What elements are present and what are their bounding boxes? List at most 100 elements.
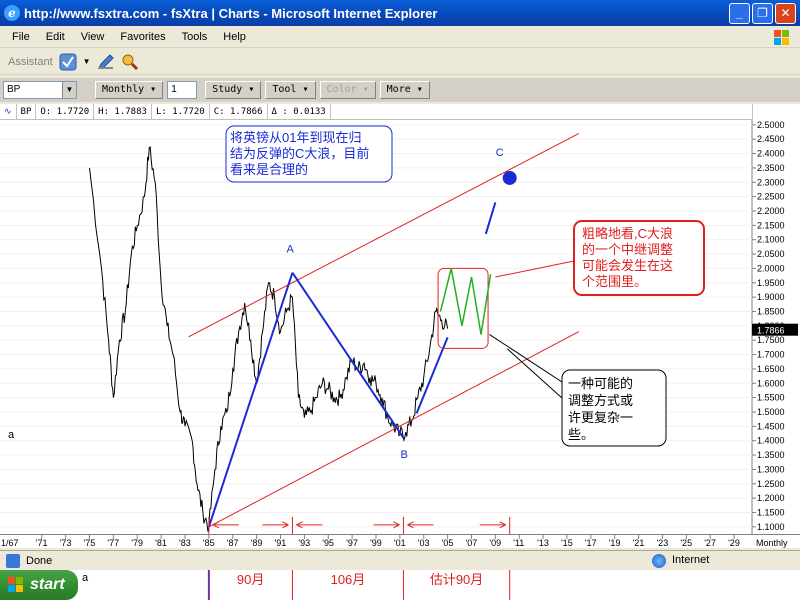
- x-tick-label: '13: [537, 538, 549, 548]
- x-tick-label: '87: [227, 538, 239, 548]
- more-button[interactable]: More ▾: [379, 81, 430, 99]
- tool-label: Tool: [272, 84, 297, 95]
- x-tick-label: '99: [370, 538, 382, 548]
- x-tick-label: '89: [251, 538, 263, 548]
- study-label: Study: [212, 84, 243, 95]
- window-title: http://www.fsxtra.com - fsXtra | Charts …: [24, 5, 438, 21]
- color-label: Color: [326, 84, 357, 95]
- windows-logo-icon: [774, 30, 789, 45]
- y-tick-label: 2.1500: [757, 220, 785, 230]
- menu-file[interactable]: File: [4, 31, 38, 43]
- symbol-value: BP: [7, 84, 21, 95]
- y-tick-label: 1.9500: [757, 278, 785, 288]
- x-tick-label: '85: [203, 538, 215, 548]
- x-tick-label: '05: [442, 538, 454, 548]
- note-relay-line: 的一个中继调整: [582, 242, 673, 257]
- price-chart[interactable]: 2.5000 2.4500 2.4000 2.3500 2.3000 2.2500 2.20…: [0, 104, 800, 534]
- y-tick-label: 1.5000: [757, 407, 785, 417]
- note-relay-line: 粗略地看,C大浪: [582, 226, 673, 241]
- more-label: More: [386, 84, 411, 95]
- x-tick-label: '01: [394, 538, 406, 548]
- symbol-select[interactable]: BP ▼: [3, 81, 77, 99]
- research-icon[interactable]: [121, 53, 139, 71]
- y-tick-label: 2.3000: [757, 177, 785, 187]
- title-bar[interactable]: e http://www.fsxtra.com - fsXtra | Chart…: [0, 0, 800, 26]
- window-controls: _ ❐ ✕: [729, 3, 796, 24]
- start-button[interactable]: start: [0, 570, 78, 600]
- minimize-button[interactable]: _: [729, 3, 750, 24]
- x-tick-label: '79: [131, 538, 143, 548]
- x-start-date-label: 1/67: [1, 538, 19, 548]
- tool-button[interactable]: Tool ▾: [265, 81, 316, 99]
- x-axis-labels: '71 '73 '75 '77 '79 '81 '83 '85 '87 '89 '91 '93 '95 '…: [1, 535, 788, 548]
- y-tick-label: 2.4000: [757, 149, 785, 159]
- y-tick-label: 2.4500: [757, 134, 785, 144]
- period-count-input[interactable]: 1: [167, 81, 198, 99]
- x-tick-label: '91: [275, 538, 287, 548]
- internet-explorer-icon: e: [4, 5, 20, 21]
- x-tick-label: '81: [155, 538, 167, 548]
- x-tick-label: '23: [656, 538, 668, 548]
- checklist-icon[interactable]: [59, 53, 77, 71]
- y-tick-label: 1.7500: [757, 335, 785, 345]
- menu-edit[interactable]: Edit: [38, 31, 73, 43]
- menu-help[interactable]: Help: [215, 31, 254, 43]
- chevron-down-icon[interactable]: ▼: [62, 82, 76, 98]
- y-tick-label: 1.1000: [757, 522, 785, 532]
- info-high: H: 1.7883: [94, 103, 152, 120]
- x-tick-label: '25: [680, 538, 692, 548]
- y-tick-label: 2.0000: [757, 263, 785, 273]
- info-close: C: 1.7866: [210, 103, 268, 120]
- y-tick-label: 1.2000: [757, 493, 785, 503]
- edit-pencil-icon[interactable]: [97, 53, 115, 71]
- y-tick-label: 1.7000: [757, 350, 785, 360]
- menu-tools[interactable]: Tools: [174, 31, 216, 43]
- study-button[interactable]: Study ▾: [205, 81, 262, 99]
- x-tick-label: '73: [60, 538, 72, 548]
- x-tick-label: '09: [489, 538, 501, 548]
- y-tick-label: 1.6500: [757, 364, 785, 374]
- x-tick-label: '15: [561, 538, 573, 548]
- y-tick-label: 1.8500: [757, 306, 785, 316]
- zone-text: Internet: [672, 554, 710, 566]
- maximize-button[interactable]: ❐: [752, 3, 773, 24]
- info-symbol: BP: [17, 103, 37, 120]
- wave-c-label: C: [496, 147, 504, 159]
- x-tick-label: '75: [84, 538, 96, 548]
- y-tick-label: 2.2000: [757, 206, 785, 216]
- y-tick-label: 1.3500: [757, 450, 785, 460]
- left-a-label: a: [8, 429, 15, 441]
- x-tick-label: '93: [298, 538, 310, 548]
- period-select[interactable]: Monthly ▾: [95, 81, 164, 99]
- browser-toolbar: Assistant ▼: [0, 49, 800, 75]
- x-tick-label: '19: [609, 538, 621, 548]
- y-tick-label: 1.9000: [757, 292, 785, 302]
- info-low: L: 1.7720: [152, 103, 210, 120]
- x-tick-label: '27: [704, 538, 716, 548]
- info-delta: Δ : 0.0133: [268, 103, 331, 120]
- close-button[interactable]: ✕: [775, 3, 796, 24]
- info-open: O: 1.7720: [36, 103, 95, 120]
- color-button: Color ▾: [319, 81, 376, 99]
- y-tick-label: 2.5000: [757, 120, 785, 130]
- ohlc-info-bar: ∿ BP O: 1.7720 H: 1.7883 L: 1.7720 C: 1.…: [0, 103, 752, 120]
- chart-area[interactable]: 2.5000 2.4500 2.4000 2.3500 2.3000 2.2500 2.20…: [0, 104, 800, 534]
- line-chart-icon: ∿: [0, 103, 17, 120]
- dropdown-arrow-icon[interactable]: ▼: [83, 57, 91, 66]
- assistant-label[interactable]: Assistant: [8, 56, 53, 68]
- note-relay-line: 个范围里。: [582, 274, 647, 289]
- x-tick-label: '17: [585, 538, 597, 548]
- note-c-wave-line: 结为反弹的C大浪，目前: [230, 146, 369, 161]
- start-label: start: [30, 576, 65, 593]
- y-tick-label: 2.0500: [757, 249, 785, 259]
- taskbar: start a: [0, 570, 800, 600]
- menu-favorites[interactable]: Favorites: [112, 31, 173, 43]
- menu-view[interactable]: View: [73, 31, 113, 43]
- wave-a-label: A: [286, 244, 294, 256]
- y-tick-label: 1.4000: [757, 436, 785, 446]
- note-alt-line: 调整方式或: [568, 393, 633, 408]
- y-tick-label: 2.1000: [757, 235, 785, 245]
- x-tick-label: '77: [107, 538, 119, 548]
- y-tick-label: 1.2500: [757, 479, 785, 489]
- note-c-wave-line: 将英镑从01年到现在归: [230, 130, 361, 145]
